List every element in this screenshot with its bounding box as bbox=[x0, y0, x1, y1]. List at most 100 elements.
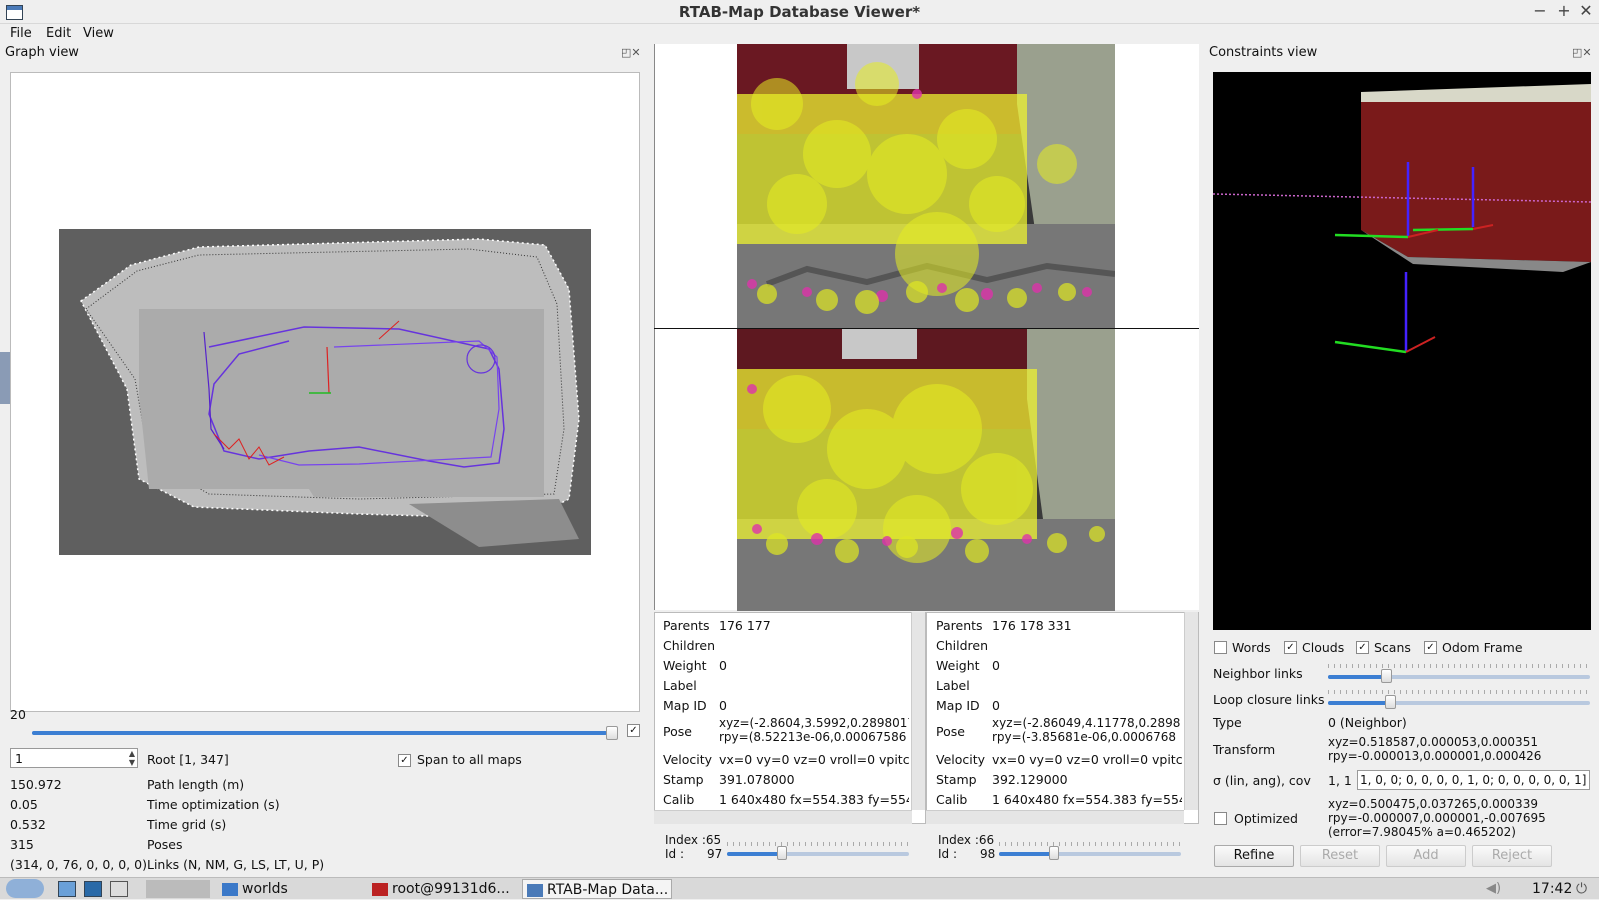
poses-value: 315 bbox=[10, 837, 34, 852]
right-velocity-label: Velocity bbox=[936, 752, 986, 767]
root-spinbox[interactable]: 1 ▲ ▼ bbox=[10, 748, 138, 768]
left-pose-xyz: xyz=(-2.8604,3.5992,0.2898017 bbox=[719, 716, 909, 730]
left-index-slider[interactable] bbox=[727, 852, 909, 856]
refine-button[interactable]: Refine bbox=[1214, 845, 1294, 867]
graph-slider-handle[interactable] bbox=[606, 726, 618, 740]
clock: 17:42 bbox=[1532, 881, 1573, 897]
neighbor-links-handle[interactable] bbox=[1381, 669, 1392, 683]
odom-frame-checkbox[interactable]: ✓ bbox=[1424, 641, 1437, 654]
left-info-hscroll[interactable] bbox=[654, 810, 912, 824]
close-icon[interactable]: ✕ bbox=[1576, 1, 1596, 20]
covariance-value: 1, 0, 0; 0, 0, 0, 0, 1, 0; 0, 0, 0, 0, 0… bbox=[1360, 773, 1587, 787]
right-velocity-value: vx=0 vy=0 vz=0 vroll=0 vpitch bbox=[992, 752, 1182, 767]
menu-bar: File Edit View bbox=[0, 24, 1599, 44]
start-menu-icon[interactable] bbox=[6, 879, 44, 898]
right-children-label: Children bbox=[936, 638, 989, 653]
right-index-label: Index :66 bbox=[938, 833, 995, 847]
file-manager-icon[interactable] bbox=[58, 881, 76, 897]
type-value: 0 (Neighbor) bbox=[1328, 715, 1407, 730]
time-grid-value: 0.532 bbox=[10, 817, 46, 832]
menu-view[interactable]: View bbox=[83, 26, 114, 41]
right-calib-label: Calib bbox=[936, 792, 968, 807]
minimize-icon[interactable]: − bbox=[1530, 1, 1550, 20]
slider-value: 20 bbox=[10, 707, 26, 722]
loop-closure-ticks bbox=[1328, 690, 1590, 694]
loop-closure-links-slider[interactable] bbox=[1328, 701, 1590, 705]
dock-float-close-icon[interactable]: ◰✕ bbox=[621, 46, 641, 59]
words-checkbox[interactable] bbox=[1214, 641, 1227, 654]
left-velocity-value: vx=0 vy=0 vz=0 vroll=0 vpitch bbox=[719, 752, 909, 767]
left-mapid-label: Map ID bbox=[663, 698, 707, 713]
odom-frame-label: Odom Frame bbox=[1442, 640, 1523, 655]
menu-edit[interactable]: Edit bbox=[46, 26, 71, 41]
optimized-checkbox[interactable] bbox=[1214, 812, 1227, 825]
optimized-error: (error=7.98045% a=0.465202) bbox=[1328, 825, 1516, 839]
taskbar-item-rtabmap[interactable]: RTAB-Map Data... bbox=[522, 879, 672, 899]
right-label-label: Label bbox=[936, 678, 970, 693]
left-pose-rpy: rpy=(8.52213e-06,0.00067586 bbox=[719, 730, 907, 744]
right-index-slider[interactable] bbox=[999, 852, 1181, 856]
left-parents-label: Parents bbox=[663, 618, 710, 633]
window-title: RTAB-Map Database Viewer* bbox=[678, 3, 921, 21]
scans-checkbox[interactable]: ✓ bbox=[1356, 641, 1369, 654]
loop-closure-links-handle[interactable] bbox=[1385, 695, 1396, 709]
left-info-vscroll[interactable] bbox=[911, 612, 925, 810]
right-pose-xyz: xyz=(-2.86049,4.11778,0.2898 bbox=[992, 716, 1181, 730]
right-stamp-value: 392.129000 bbox=[992, 772, 1068, 787]
neighbor-links-label: Neighbor links bbox=[1213, 666, 1303, 681]
neighbor-links-slider[interactable] bbox=[1328, 675, 1590, 679]
left-index-slider-handle[interactable] bbox=[776, 846, 787, 860]
right-index-slider-handle[interactable] bbox=[1048, 846, 1059, 860]
spinbox-arrows-icon[interactable]: ▲ ▼ bbox=[129, 749, 135, 767]
taskbar-item-terminal-label: root@99131d6... bbox=[392, 881, 510, 897]
left-index-ticks bbox=[727, 842, 909, 846]
graph-slider[interactable] bbox=[32, 731, 612, 735]
right-info-hscroll[interactable] bbox=[926, 810, 1184, 824]
left-weight-label: Weight bbox=[663, 658, 707, 673]
neighbor-ticks bbox=[1328, 664, 1590, 668]
left-id-value: 97 bbox=[707, 847, 723, 861]
graph-canvas[interactable] bbox=[10, 72, 640, 712]
covariance-field[interactable]: 1, 0, 0; 0, 0, 0, 0, 1, 0; 0, 0, 0, 0, 0… bbox=[1357, 770, 1590, 790]
transform-xyz: xyz=0.518587,0.000053,0.000351 bbox=[1328, 735, 1538, 749]
rtabmap-app-icon bbox=[527, 883, 543, 897]
clouds-label: Clouds bbox=[1302, 640, 1345, 655]
add-button[interactable]: Add bbox=[1386, 845, 1466, 867]
right-info-vscroll[interactable] bbox=[1184, 612, 1198, 810]
constraints-view-title: Constraints view bbox=[1209, 45, 1318, 60]
right-mapid-label: Map ID bbox=[936, 698, 980, 713]
reject-button[interactable]: Reject bbox=[1472, 845, 1552, 867]
right-parents-label: Parents bbox=[936, 618, 983, 633]
left-velocity-label: Velocity bbox=[663, 752, 713, 767]
maximize-icon[interactable]: + bbox=[1554, 1, 1574, 20]
terminal-icon[interactable] bbox=[110, 881, 128, 897]
graph-slider-checkbox[interactable]: ✓ bbox=[627, 724, 640, 737]
taskbar-item-rtabmap-label: RTAB-Map Data... bbox=[547, 882, 669, 898]
right-weight-label: Weight bbox=[936, 658, 980, 673]
constraints-dock-close-icon[interactable]: ◰✕ bbox=[1572, 46, 1592, 59]
taskbar-item-terminal[interactable]: root@99131d6... bbox=[372, 879, 512, 899]
root-spinbox-value: 1 bbox=[15, 751, 23, 766]
span-maps-checkbox[interactable]: ✓ bbox=[398, 754, 411, 767]
links-value: (314, 0, 76, 0, 0, 0, 0) bbox=[10, 857, 147, 872]
right-weight-value: 0 bbox=[992, 658, 1000, 673]
power-icon[interactable]: ⏻ bbox=[1576, 879, 1587, 899]
reset-button[interactable]: Reset bbox=[1300, 845, 1380, 867]
right-id-label: Id : bbox=[938, 847, 958, 861]
image-left-features bbox=[737, 44, 1115, 328]
clouds-checkbox[interactable]: ✓ bbox=[1284, 641, 1297, 654]
left-weight-value: 0 bbox=[719, 658, 727, 673]
workspace-switcher[interactable] bbox=[146, 880, 210, 898]
type-label: Type bbox=[1213, 715, 1242, 730]
left-stamp-value: 391.078000 bbox=[719, 772, 795, 787]
scans-label: Scans bbox=[1374, 640, 1411, 655]
taskbar-item-worlds[interactable]: worlds bbox=[222, 879, 362, 899]
menu-file[interactable]: File bbox=[10, 26, 32, 41]
volume-icon[interactable]: ◀) bbox=[1486, 879, 1501, 899]
browser-icon[interactable] bbox=[84, 881, 102, 897]
right-index-ticks bbox=[999, 842, 1181, 846]
constraints-3d-view[interactable] bbox=[1213, 72, 1591, 630]
right-id-value: 98 bbox=[980, 847, 996, 861]
right-parents-value: 176 178 331 bbox=[992, 618, 1072, 633]
left-parents-value: 176 177 bbox=[719, 618, 771, 633]
